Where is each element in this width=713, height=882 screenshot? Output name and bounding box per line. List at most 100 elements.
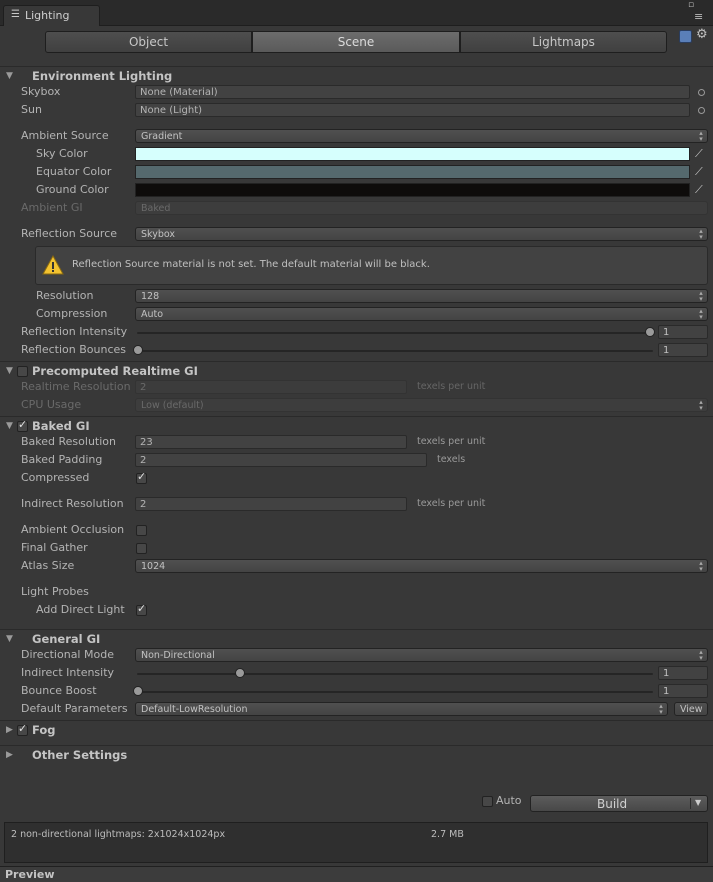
- ambient-gi-label: Ambient GI: [21, 201, 83, 214]
- ground-color-swatch[interactable]: [135, 183, 690, 197]
- reflection-source-label: Reflection Source: [21, 227, 118, 240]
- dropdown-arrows-icon: ▴ ▾: [699, 129, 703, 143]
- baked-padding-field[interactable]: 2: [135, 453, 427, 467]
- slider-knob[interactable]: [133, 345, 143, 355]
- section-environment[interactable]: ▼ Environment Lighting: [0, 66, 713, 87]
- baked-padding-label: Baked Padding: [21, 453, 103, 466]
- warning-icon: [42, 255, 64, 275]
- sun-field[interactable]: None (Light): [135, 103, 690, 117]
- eyedropper-icon[interactable]: ⟋: [695, 147, 707, 161]
- baked-gi-checkbox[interactable]: ✓: [17, 418, 28, 432]
- sky-color-label: Sky Color: [36, 147, 88, 160]
- eyedropper-icon[interactable]: ⟋: [695, 165, 707, 179]
- compression-dropdown[interactable]: Auto ▴ ▾: [135, 307, 708, 321]
- tab-lightmaps-label: Lightmaps: [532, 35, 595, 49]
- tab-object[interactable]: Object: [45, 31, 252, 53]
- atlas-size-dropdown[interactable]: 1024 ▴ ▾: [135, 559, 708, 573]
- default-parameters-value: Default-LowResolution: [141, 704, 248, 715]
- expand-triangle-icon[interactable]: ▼: [6, 366, 13, 376]
- object-picker-icon[interactable]: [698, 89, 705, 96]
- resolution-dropdown[interactable]: 128 ▴ ▾: [135, 289, 708, 303]
- tab-scene[interactable]: Scene: [252, 31, 460, 53]
- lightmap-status-box: 2 non-directional lightmaps: 2x1024x1024…: [4, 822, 708, 863]
- directional-mode-label: Directional Mode: [21, 648, 114, 661]
- cpu-usage-label: CPU Usage: [21, 398, 82, 411]
- fog-checkbox[interactable]: ✓: [17, 722, 28, 736]
- expand-triangle-icon[interactable]: ▶: [6, 725, 13, 735]
- gear-icon[interactable]: ⚙: [696, 27, 708, 42]
- view-button-label: View: [680, 704, 703, 715]
- compressed-checkbox[interactable]: ✓: [136, 470, 147, 484]
- window-tab[interactable]: ☰ Lighting: [3, 5, 100, 26]
- ambient-source-label: Ambient Source: [21, 129, 109, 142]
- baked-padding-unit: texels: [437, 454, 466, 465]
- skybox-label: Skybox: [21, 85, 61, 98]
- reflection-intensity-label: Reflection Intensity: [21, 325, 128, 338]
- preview-label: Preview: [5, 868, 55, 881]
- build-separator: [690, 798, 691, 809]
- ambient-occlusion-checkbox[interactable]: [136, 525, 147, 536]
- cpu-usage-value: Low (default): [141, 400, 204, 411]
- indirect-resolution-field[interactable]: 2: [135, 497, 407, 511]
- resolution-value: 128: [141, 291, 160, 302]
- expand-triangle-icon[interactable]: ▼: [6, 71, 13, 81]
- section-title: Baked GI: [32, 419, 90, 433]
- slider-knob[interactable]: [133, 686, 143, 696]
- indirect-intensity-slider[interactable]: [137, 673, 653, 675]
- skybox-field[interactable]: None (Material): [135, 85, 690, 99]
- checkmark-icon: ✓: [137, 470, 147, 483]
- reflection-bounces-label: Reflection Bounces: [21, 343, 126, 356]
- preview-bar[interactable]: Preview: [0, 866, 713, 882]
- baked-resolution-field[interactable]: 23: [135, 435, 407, 449]
- final-gather-checkbox[interactable]: [136, 543, 147, 554]
- sky-color-swatch[interactable]: [135, 147, 690, 161]
- default-parameters-dropdown[interactable]: Default-LowResolution ▴ ▾: [135, 702, 668, 716]
- equator-color-swatch[interactable]: [135, 165, 690, 179]
- tab-lightmaps[interactable]: Lightmaps: [460, 31, 667, 53]
- auto-checkbox[interactable]: [482, 796, 493, 807]
- reflection-intensity-field[interactable]: 1: [658, 325, 708, 339]
- default-parameters-label: Default Parameters: [21, 702, 128, 715]
- indirect-intensity-label: Indirect Intensity: [21, 666, 115, 679]
- ground-color-label: Ground Color: [36, 183, 109, 196]
- chevron-down-icon[interactable]: ▼: [695, 798, 701, 807]
- light-probes-label: Light Probes: [21, 585, 89, 598]
- section-other-settings[interactable]: ▶ Other Settings: [0, 745, 713, 766]
- view-button[interactable]: View: [674, 702, 708, 716]
- slider-knob[interactable]: [645, 327, 655, 337]
- reflection-intensity-slider[interactable]: [137, 332, 653, 334]
- baked-resolution-label: Baked Resolution: [21, 435, 116, 448]
- reflection-bounces-slider[interactable]: [137, 350, 653, 352]
- warning-box: Reflection Source material is not set. T…: [35, 246, 708, 285]
- build-button[interactable]: Build ▼: [530, 795, 708, 812]
- expand-triangle-icon[interactable]: ▼: [6, 634, 13, 644]
- section-fog[interactable]: ▶ ✓ Fog: [0, 720, 713, 741]
- bounce-boost-slider[interactable]: [137, 691, 653, 693]
- help-icon[interactable]: [679, 30, 692, 43]
- tab-object-label: Object: [128, 35, 169, 49]
- section-title: Other Settings: [32, 748, 128, 762]
- reflection-source-dropdown[interactable]: Skybox ▴ ▾: [135, 227, 708, 241]
- window-menu-icon[interactable]: ≡: [694, 10, 703, 23]
- indirect-intensity-field[interactable]: 1: [658, 666, 708, 680]
- window-header: [0, 0, 713, 26]
- slider-knob[interactable]: [235, 668, 245, 678]
- add-direct-light-checkbox[interactable]: ✓: [136, 602, 147, 616]
- bounce-boost-field[interactable]: 1: [658, 684, 708, 698]
- warning-text: Reflection Source material is not set. T…: [72, 259, 430, 270]
- realtime-gi-checkbox[interactable]: [17, 366, 28, 377]
- expand-triangle-icon[interactable]: ▼: [6, 421, 13, 431]
- directional-mode-dropdown[interactable]: Non-Directional ▴ ▾: [135, 648, 708, 662]
- equator-color-label: Equator Color: [36, 165, 112, 178]
- eyedropper-icon[interactable]: ⟋: [695, 183, 707, 197]
- ambient-source-dropdown[interactable]: Gradient ▴ ▾: [135, 129, 708, 143]
- maximize-icon[interactable]: ▫: [688, 0, 694, 10]
- lighting-icon: ☰: [11, 9, 20, 20]
- final-gather-label: Final Gather: [21, 541, 88, 554]
- object-picker-icon[interactable]: [698, 107, 705, 114]
- reflection-bounces-field[interactable]: 1: [658, 343, 708, 357]
- compression-label: Compression: [36, 307, 108, 320]
- expand-triangle-icon[interactable]: ▶: [6, 750, 13, 760]
- auto-label: Auto: [496, 794, 522, 807]
- dropdown-arrows-icon: ▴ ▾: [699, 559, 703, 573]
